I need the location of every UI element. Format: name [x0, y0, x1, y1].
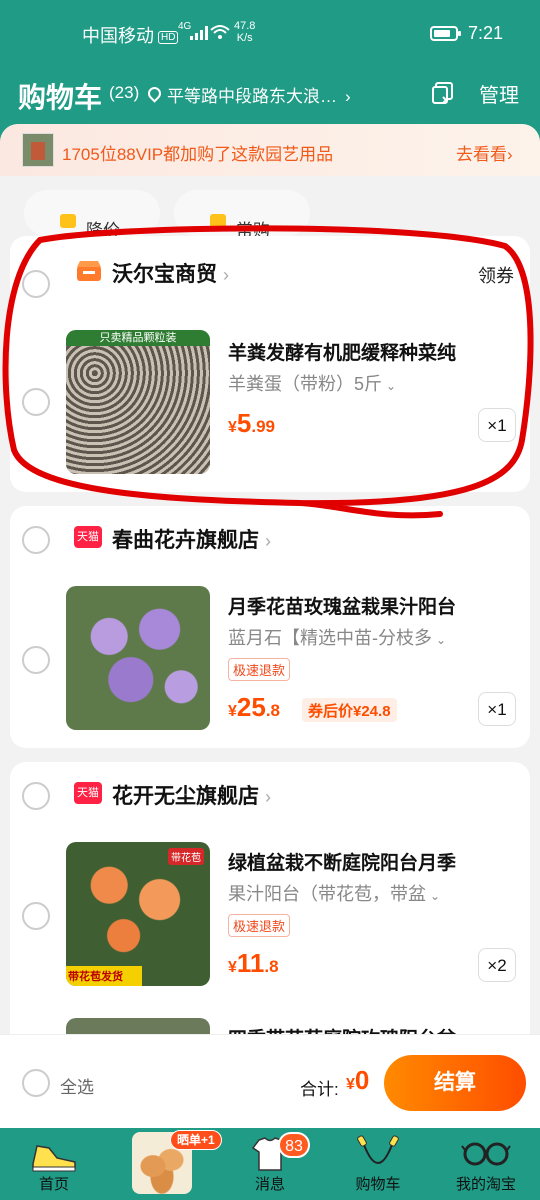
store-name[interactable]: 花开无尘旗舰店 › [112, 780, 271, 810]
total-amount: ¥0 [346, 1065, 370, 1095]
carrier: 中国移动 HD [82, 22, 179, 48]
quantity-stepper[interactable]: ×1 [478, 692, 516, 726]
header: 购物车 (23) 平等路中段路东大浪… › 管理 [0, 66, 540, 122]
store-checkbox[interactable] [22, 270, 50, 298]
product-sku[interactable]: 羊粪蛋（带粉）5斤 ⌄ [228, 370, 396, 396]
product-price: ¥11.8 [228, 948, 279, 978]
item-checkbox[interactable] [22, 388, 50, 416]
manage-button[interactable]: 管理 [479, 79, 519, 108]
product-price: ¥25.8 [228, 692, 281, 722]
coupon-button[interactable]: 领券 [478, 262, 514, 288]
message-count-badge: 83 [278, 1132, 310, 1158]
image-caption: 只卖精品颗粒装 [66, 330, 210, 346]
product-price: ¥5.99 [228, 408, 276, 438]
location-text: 平等路中段路东大浪… [167, 87, 337, 106]
product-name[interactable]: 羊粪发酵有机肥缓释种菜纯 [228, 338, 456, 365]
quantity-stepper[interactable]: ×1 [478, 408, 516, 442]
product-sku[interactable]: 蓝月石【精选中苗-分枝多 ⌄ [228, 624, 446, 650]
after-coupon-price: 券后价¥24.8 [302, 698, 397, 722]
item-checkbox[interactable] [22, 646, 50, 674]
tab-cart[interactable]: 购物车 [324, 1128, 432, 1200]
battery-icon [430, 26, 461, 41]
select-all-checkbox[interactable] [22, 1069, 50, 1097]
tmall-badge: 天猫 [74, 526, 102, 548]
store-checkbox[interactable] [22, 526, 50, 554]
checkout-bar: 全选 合计: ¥0 结算 [0, 1034, 540, 1129]
page-title: 购物车 [18, 82, 103, 113]
location-pin-icon [145, 84, 164, 103]
quantity-stepper[interactable]: ×2 [478, 948, 516, 982]
tab-label: 消息 [254, 1176, 285, 1193]
banner-thumbnail [22, 133, 54, 167]
net-speed: 47.8 K/s [234, 20, 256, 44]
filter-frequent[interactable]: 常购 [174, 190, 310, 240]
signal-icon [190, 26, 208, 40]
promo-banner[interactable]: 1705位88VIP都加购了这款园艺用品 去看看› [0, 124, 540, 176]
product-image[interactable]: 带花苞 带花苞发货 [66, 842, 210, 986]
status-bar: 中国移动 HD 4G 47.8 K/s 7:21 [0, 0, 540, 66]
store-icon [77, 261, 101, 281]
price-drop-icon [60, 214, 76, 228]
tab-home[interactable]: 首页 [0, 1128, 108, 1200]
store-checkbox[interactable] [22, 782, 50, 810]
location-selector[interactable]: 平等路中段路东大浪… › [145, 82, 351, 107]
item-checkbox[interactable] [22, 902, 50, 930]
tab-my-taobao[interactable]: 我的淘宝 [432, 1128, 540, 1200]
banner-text: 1705位88VIP都加购了这款园艺用品 [62, 145, 334, 164]
cart-icon [210, 214, 226, 228]
checkout-button[interactable]: 结算 [384, 1055, 526, 1111]
glasses-icon [461, 1142, 511, 1166]
tab-bar: 首页 晒单+1 消息 83 购物车 我的淘宝 [0, 1128, 540, 1200]
filter-chips: 降价 常购 [0, 176, 540, 240]
product-sku[interactable]: 果汁阳台（带花苞，带盆 ⌄ [228, 880, 440, 906]
store-name[interactable]: 沃尔宝商贸 › [112, 258, 229, 288]
wifi-icon [210, 25, 230, 39]
store-name[interactable]: 春曲花卉旗舰店 › [112, 524, 271, 554]
total-label: 合计: [300, 1080, 339, 1099]
tab-label: 购物车 [355, 1176, 401, 1193]
product-image[interactable] [66, 586, 210, 730]
banner-action[interactable]: 去看看› [456, 140, 513, 165]
select-all-label[interactable]: 全选 [60, 1073, 94, 1098]
image-label: 带花苞 [168, 848, 204, 865]
jump-rope-icon [357, 1135, 399, 1164]
cart-edit-icon[interactable] [432, 82, 454, 104]
share-badge: 晒单+1 [170, 1130, 222, 1150]
refund-tag: 极速退款 [228, 914, 291, 937]
store-card: 天猫 春曲花卉旗舰店 › 月季花苗玫瑰盆栽果汁阳台 蓝月石【精选中苗-分枝多 ⌄ 极… [10, 506, 530, 748]
tab-label: 首页 [38, 1176, 69, 1193]
product-name[interactable]: 月季花苗玫瑰盆栽果汁阳台 [228, 592, 456, 619]
filter-price-drop[interactable]: 降价 [24, 190, 160, 240]
chevron-right-icon: › [345, 87, 351, 106]
cart-count: (23) [109, 83, 140, 102]
product-name[interactable]: 绿植盆栽不断庭院阳台月季 [228, 848, 456, 875]
sneaker-icon [32, 1145, 76, 1172]
refund-tag: 极速退款 [228, 658, 291, 681]
image-caption: 带花苞发货 [66, 966, 142, 986]
clock: 7:21 [468, 23, 504, 43]
hd-indicator: HD [158, 30, 179, 44]
cart-panel: 1705位88VIP都加购了这款园艺用品 去看看› 降价 常购 沃尔宝商贸 › 领… [0, 124, 540, 1128]
product-image[interactable]: 只卖精品颗粒装 [66, 330, 210, 474]
tab-label: 我的淘宝 [455, 1176, 516, 1193]
tmall-badge: 天猫 [74, 782, 102, 804]
store-card: 沃尔宝商贸 › 领券 只卖精品颗粒装 羊粪发酵有机肥缓释种菜纯 羊粪蛋（带粉）5斤… [10, 236, 530, 492]
